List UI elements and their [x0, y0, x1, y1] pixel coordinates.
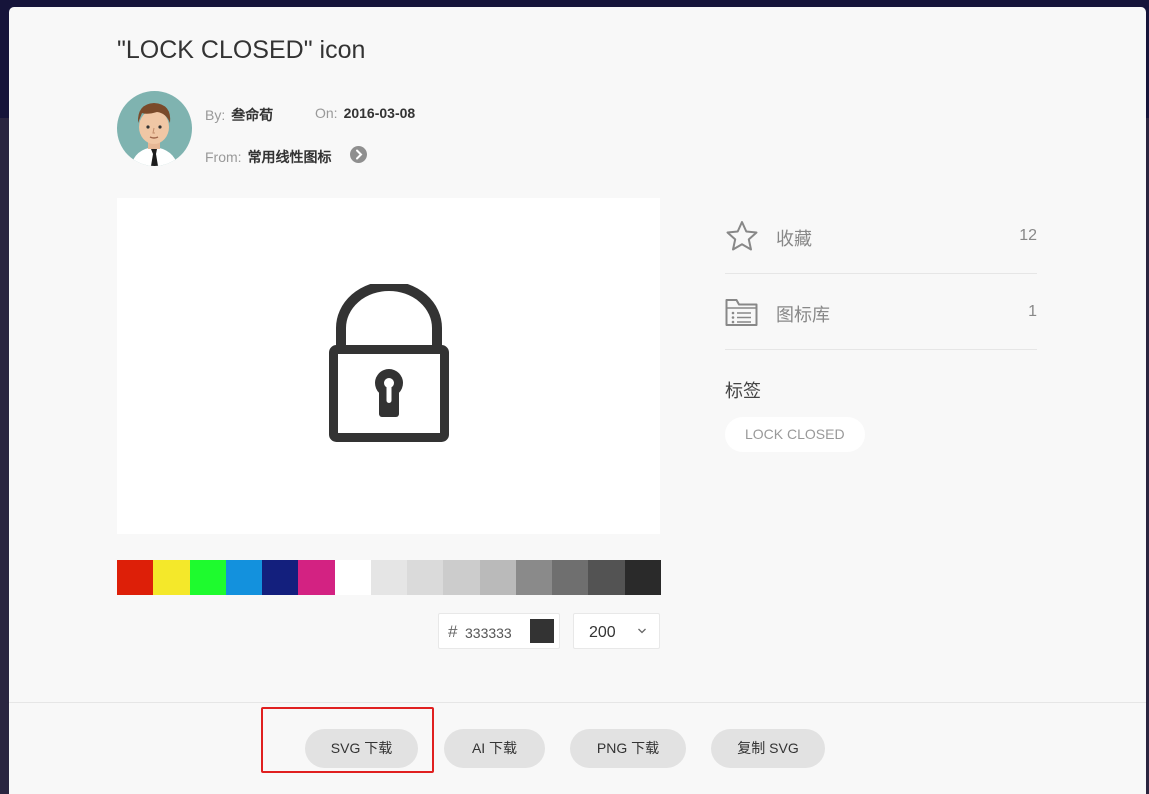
tags-heading: 标签: [725, 381, 761, 401]
color-hex-input[interactable]: # 333333: [438, 613, 560, 649]
color-swatch[interactable]: [479, 560, 516, 595]
star-icon[interactable]: [725, 220, 759, 252]
by-label: By:: [205, 107, 226, 123]
stats-divider: [725, 349, 1037, 350]
favorite-count: 12: [1019, 227, 1037, 244]
color-swatch[interactable]: [552, 560, 589, 595]
author-name[interactable]: 叁命荀: [231, 107, 273, 123]
tag-chip[interactable]: LOCK CLOSED: [725, 417, 865, 452]
color-swatch[interactable]: [334, 560, 371, 595]
ai-download-button[interactable]: AI 下载: [444, 729, 545, 768]
hash-symbol: #: [448, 622, 458, 641]
favorite-row[interactable]: 收藏 12: [725, 198, 1037, 274]
color-swatch[interactable]: [407, 560, 444, 595]
on-label: On:: [315, 105, 338, 121]
color-swatch[interactable]: [189, 560, 226, 595]
current-color-swatch[interactable]: [530, 619, 554, 643]
color-swatch[interactable]: [117, 560, 154, 595]
hex-value[interactable]: 333333: [465, 625, 512, 641]
collection-name[interactable]: 常用线性图标: [248, 149, 332, 165]
from-label: From:: [205, 149, 242, 165]
icon-title: "LOCK CLOSED" icon: [117, 36, 366, 64]
author-avatar[interactable]: [117, 91, 192, 166]
color-swatch[interactable]: [443, 560, 480, 595]
library-label: 图标库: [776, 305, 830, 325]
png-download-button[interactable]: PNG 下载: [570, 729, 686, 768]
highlight-box: [261, 707, 434, 773]
size-select[interactable]: 200: [573, 613, 660, 649]
color-swatch[interactable]: [588, 560, 625, 595]
collection-line: From: 常用线性图标: [205, 147, 332, 167]
date-line: On: 2016-03-08: [315, 105, 415, 121]
color-swatch[interactable]: [262, 560, 299, 595]
size-value: 200: [589, 624, 616, 641]
author-line: By: 叁命荀: [205, 105, 273, 125]
lock-closed-icon: [329, 284, 449, 442]
chevron-right-icon: [356, 149, 363, 160]
chevron-down-icon: [638, 628, 646, 634]
icon-preview-area: [117, 198, 660, 534]
footer-divider: [9, 702, 1146, 703]
go-to-collection-button[interactable]: [350, 146, 367, 163]
library-row[interactable]: 图标库 1: [725, 274, 1037, 350]
color-palette: [117, 560, 661, 595]
library-count: 1: [1028, 303, 1037, 320]
icon-detail-modal: "LOCK CLOSED" icon By: 叁命荀 On: 2016-03-08 …: [9, 7, 1146, 794]
copy-svg-button[interactable]: 复制 SVG: [711, 729, 825, 768]
color-swatch[interactable]: [225, 560, 263, 595]
color-swatch[interactable]: [515, 560, 553, 595]
favorite-label: 收藏: [776, 229, 812, 249]
folder-list-icon[interactable]: [725, 297, 758, 327]
color-swatch[interactable]: [298, 560, 335, 595]
color-swatch[interactable]: [370, 560, 408, 595]
color-swatch[interactable]: [153, 560, 190, 595]
color-swatch[interactable]: [624, 560, 661, 595]
upload-date: 2016-03-08: [343, 105, 416, 121]
